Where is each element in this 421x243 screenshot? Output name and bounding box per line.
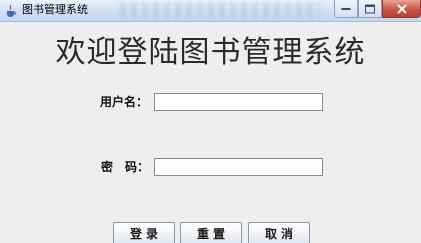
username-input[interactable] — [154, 93, 323, 111]
password-input[interactable] — [154, 158, 323, 176]
java-coffee-cup-icon — [5, 3, 17, 17]
maximize-button[interactable] — [358, 0, 382, 18]
maximize-icon — [365, 4, 375, 13]
close-icon — [396, 3, 407, 14]
reset-button[interactable]: 重置 — [180, 222, 242, 243]
title-bar[interactable]: 图书管理系统 — [0, 0, 421, 22]
minimize-icon — [341, 7, 351, 10]
login-button[interactable]: 登录 — [113, 222, 175, 243]
window-title: 图书管理系统 — [22, 3, 88, 16]
welcome-heading: 欢迎登陆图书管理系统 — [55, 35, 366, 70]
blurred-background-text — [120, 2, 320, 18]
cancel-button[interactable]: 取消 — [248, 222, 310, 243]
login-window: 图书管理系统 欢迎登陆图书管理系统 用户名： 密 码： 登录 重置 取消 — [0, 0, 421, 243]
minimize-button[interactable] — [334, 0, 358, 18]
username-label: 用户名： — [100, 95, 149, 109]
close-button[interactable] — [382, 0, 421, 18]
password-label: 密 码： — [101, 160, 150, 174]
